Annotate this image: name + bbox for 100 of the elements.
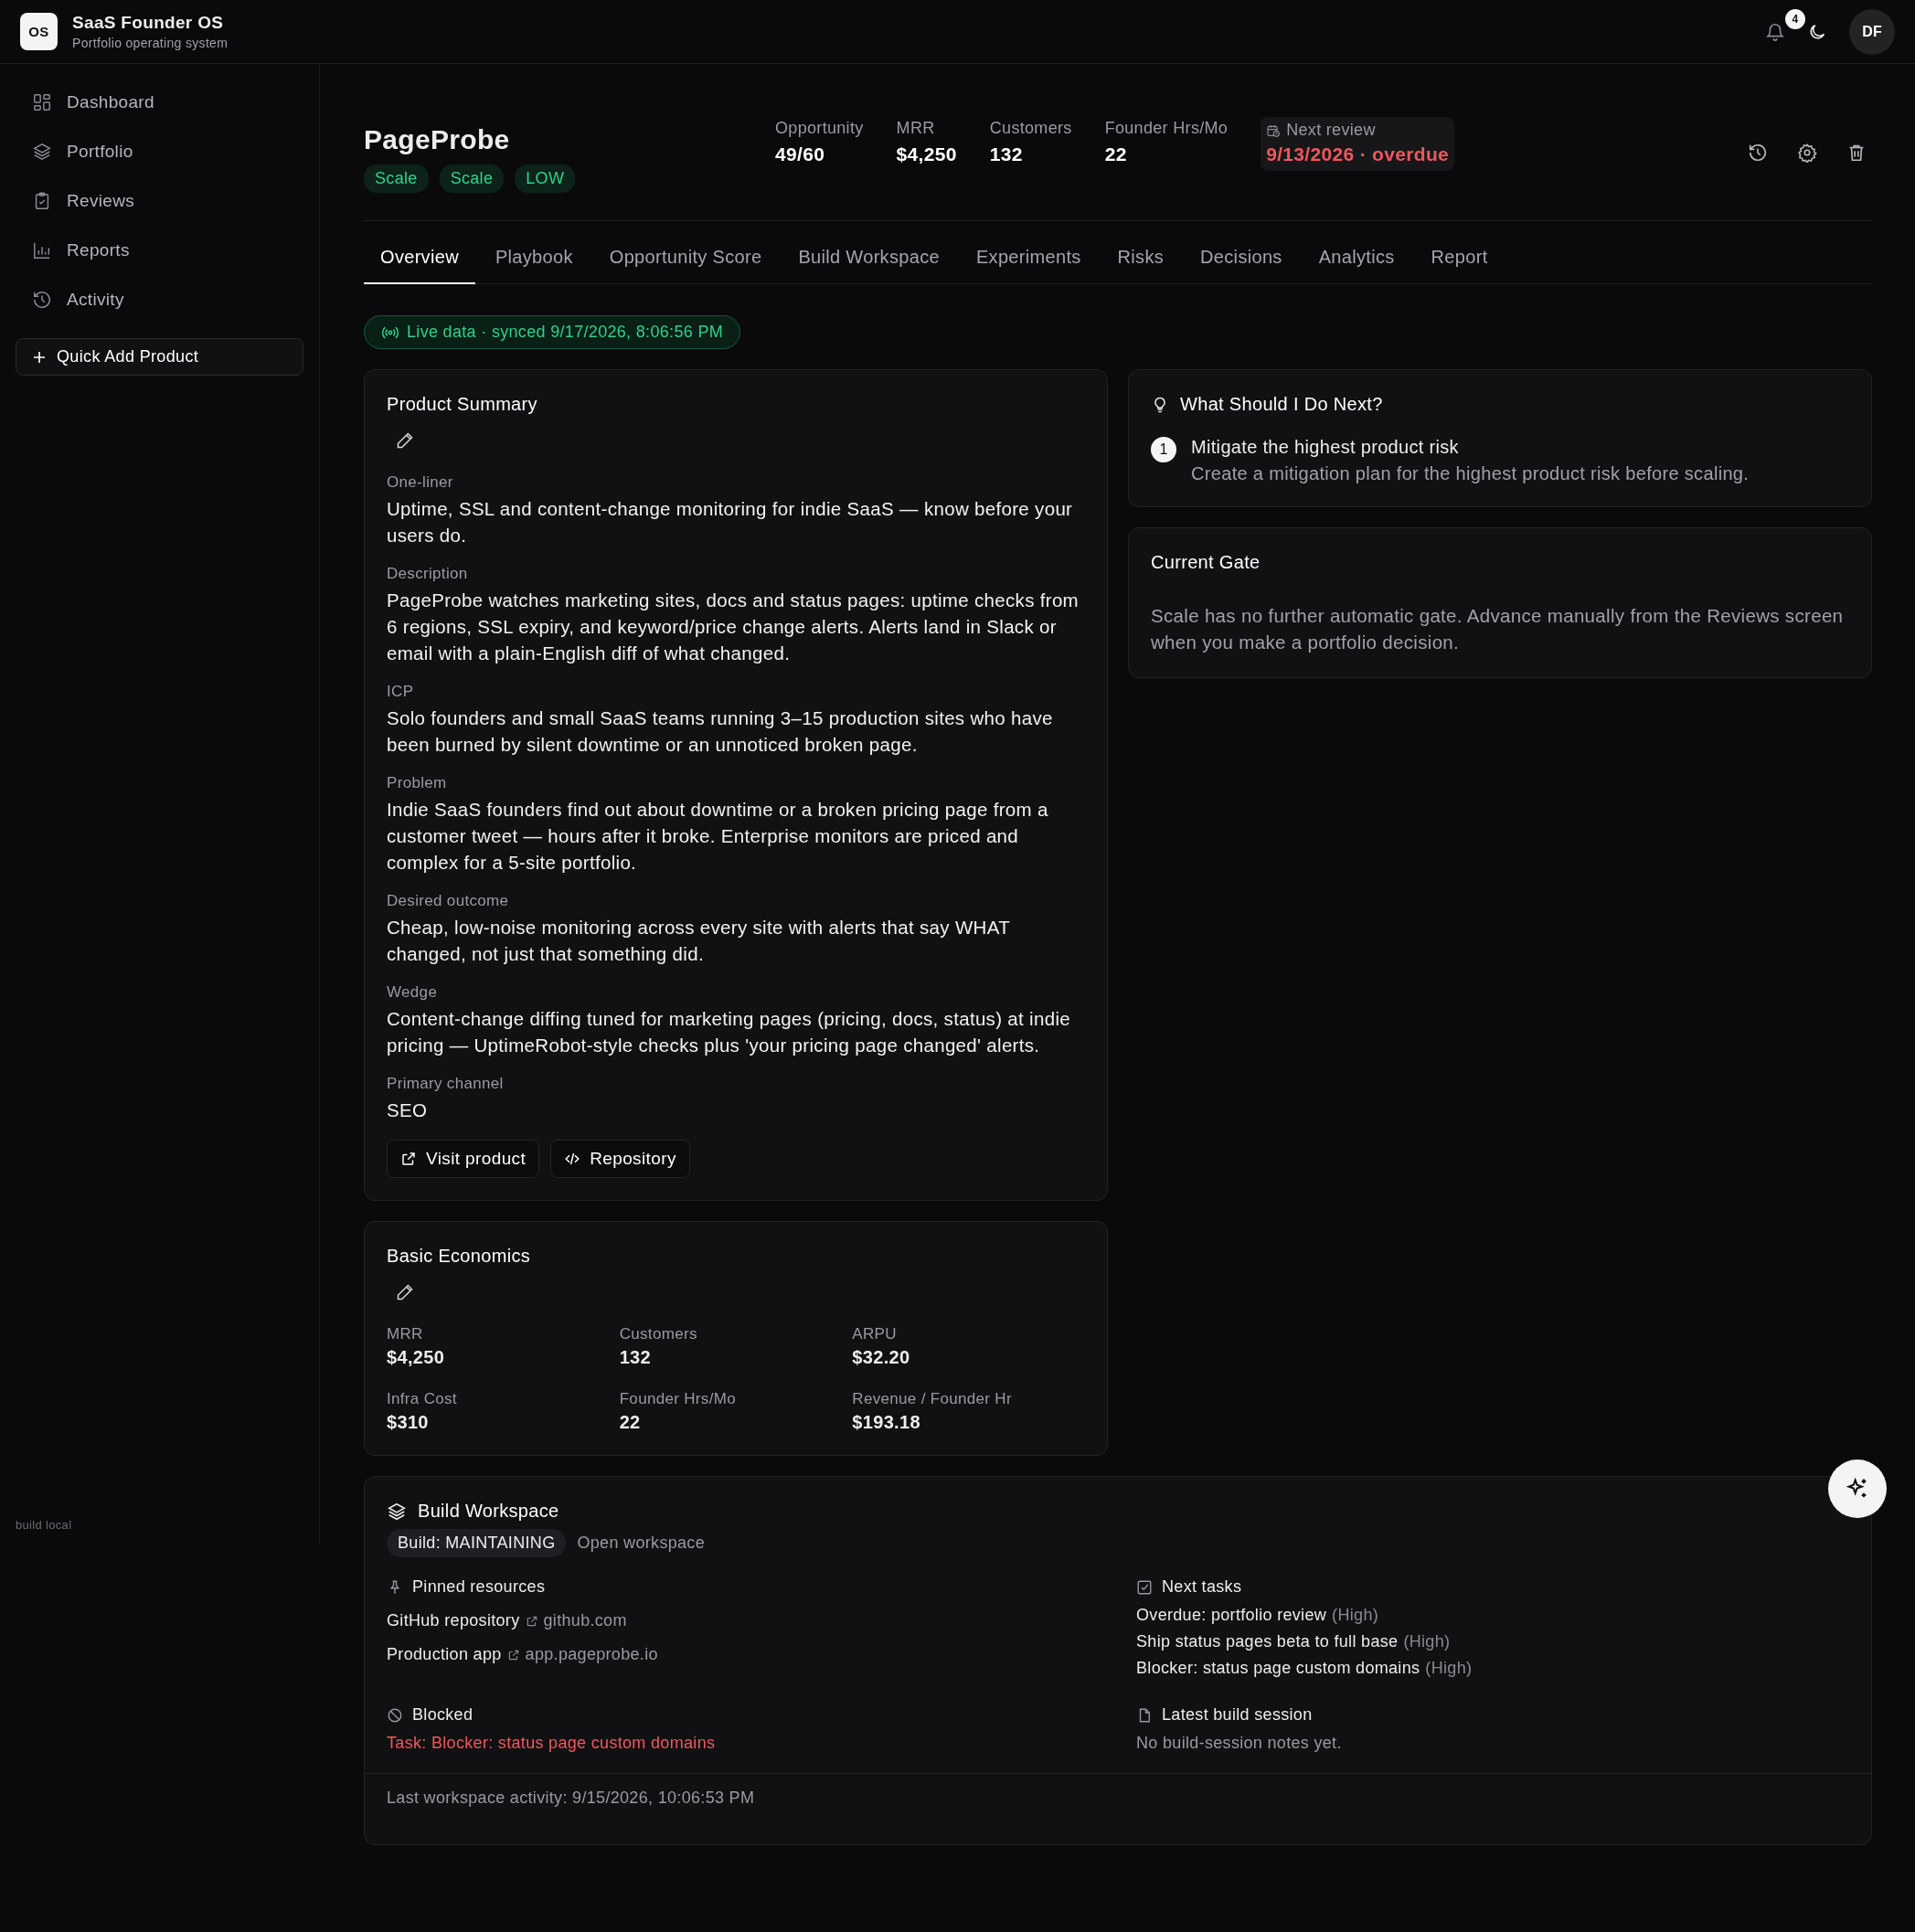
- resource-name: Production app: [387, 1645, 502, 1664]
- field-value: Uptime, SSL and content-change monitoring for indie SaaS — know before your users do.: [387, 497, 1074, 547]
- app-name: SaaS Founder OS: [72, 13, 225, 33]
- resource-link[interactable]: github.com: [543, 1611, 627, 1630]
- task-priority: (High): [1332, 1606, 1379, 1625]
- metric-label: MRR: [387, 1325, 424, 1343]
- metric-value: 132: [619, 1347, 652, 1368]
- app-logo: OS: [20, 13, 58, 50]
- metric-label: ARPU: [852, 1325, 898, 1343]
- app-subtitle: Portfolio operating system: [72, 36, 229, 50]
- status-tag: LOW: [515, 165, 576, 193]
- next-review-label: Next review: [1286, 121, 1376, 140]
- status-tag: Scale: [439, 165, 505, 193]
- card-title: Build Workspace: [418, 1501, 559, 1522]
- layers-icon: [32, 142, 52, 162]
- card-title: Current Gate: [1151, 552, 1261, 573]
- field-value: Solo founders and small SaaS teams running 3–15 production sites who have been burned by silent downtime or an unnoticed broken page.: [387, 706, 1054, 757]
- tab[interactable]: Playbook: [478, 234, 590, 284]
- next-review-date: 9/13/2026 · overdue: [1266, 143, 1450, 165]
- metric-label: Customers: [989, 119, 1072, 138]
- sidebar-item[interactable]: Reports: [16, 230, 303, 271]
- metric-value: $193.18: [852, 1412, 921, 1433]
- repository-button[interactable]: Repository: [550, 1140, 690, 1178]
- user-avatar[interactable]: DF: [1849, 8, 1895, 55]
- task-priority: (High): [1403, 1632, 1451, 1651]
- metric-label: Revenue / Founder Hr: [852, 1390, 1013, 1408]
- status-tag: Scale: [364, 165, 429, 193]
- layers-icon: [387, 1501, 407, 1522]
- quick-add-product-button[interactable]: Quick Add Product: [16, 338, 303, 376]
- field-value: Cheap, low-noise monitoring across every site with alerts that say WHAT changed, not just that something did.: [387, 916, 1011, 966]
- metric-label: Founder Hrs/Mo: [619, 1390, 737, 1408]
- sidebar-item[interactable]: Portfolio: [16, 132, 303, 172]
- task-text: Ship status pages beta to full base: [1136, 1632, 1399, 1651]
- bar-chart-icon: [32, 240, 52, 260]
- field-value: PageProbe watches marketing sites, docs and status pages: uptime checks from 6 regions, SSL expiry, and keyword/price change alerts. Alerts land in Slack or email with a plain-English diff of what changed.: [387, 589, 1080, 665]
- metric-label: Customers: [619, 1325, 698, 1343]
- metric-value: $310: [387, 1412, 430, 1433]
- task-text: Overdue: portfolio review: [1136, 1606, 1327, 1625]
- tab[interactable]: Experiments: [959, 234, 1098, 284]
- sidebar-item[interactable]: Reviews: [16, 181, 303, 221]
- field-value: SEO: [387, 1099, 429, 1122]
- step-title: Mitigate the highest product risk: [1191, 437, 1460, 458]
- gate-description: Scale has no further automatic gate. Advance manually from the Reviews screen when you make a portfolio decision.: [1151, 604, 1845, 654]
- external-link-icon: [525, 1614, 538, 1628]
- metric-label: Infra Cost: [387, 1390, 458, 1408]
- tab[interactable]: Build Workspace: [782, 234, 956, 284]
- open-workspace-link[interactable]: Open workspace: [577, 1534, 706, 1553]
- notification-count: 4: [1785, 8, 1805, 29]
- card-title: Basic Economics: [387, 1246, 532, 1267]
- section-heading: Latest build session: [1162, 1705, 1313, 1725]
- field-label: Desired outcome: [387, 892, 510, 910]
- build-label: build local: [16, 1518, 73, 1532]
- tab[interactable]: Analytics: [1302, 234, 1411, 284]
- resource-name: GitHub repository: [387, 1611, 520, 1630]
- metric-label: MRR: [896, 119, 936, 138]
- tab[interactable]: Risks: [1101, 234, 1181, 284]
- step-number: 1: [1151, 437, 1176, 462]
- field-label: One-liner: [387, 473, 454, 492]
- blocked-task: Task: Blocker: status page custom domains: [387, 1734, 716, 1752]
- bell-icon: [1765, 21, 1785, 42]
- metric-value: 132: [989, 143, 1024, 165]
- field-value: Content-change diffing tuned for marketing pages (pricing, docs, status) at indie pricing — UptimeRobot-style checks plus 'your pricing page changed' alerts.: [387, 1007, 1071, 1057]
- pencil-icon: [396, 1283, 414, 1301]
- build-status-pill: Build: MAINTAINING: [387, 1529, 567, 1557]
- section-heading: Blocked: [412, 1705, 473, 1725]
- tab[interactable]: Opportunity Score: [592, 234, 779, 284]
- external-link-icon: [400, 1151, 417, 1167]
- field-label: ICP: [387, 683, 415, 701]
- product-name: PageProbe: [364, 124, 511, 155]
- task-priority: (High): [1425, 1659, 1473, 1678]
- tab[interactable]: Report: [1414, 234, 1505, 284]
- checkbox-icon: [1136, 1578, 1153, 1596]
- pencil-icon: [396, 431, 414, 450]
- field-label: Description: [387, 565, 469, 583]
- section-heading: Next tasks: [1162, 1577, 1242, 1597]
- task-text: Blocker: status page custom domains: [1136, 1659, 1420, 1678]
- visit-product-button[interactable]: Visit product: [387, 1140, 540, 1178]
- metric-value: $4,250: [896, 143, 957, 165]
- field-label: Primary channel: [387, 1075, 505, 1093]
- metric-value: $32.20: [852, 1347, 911, 1368]
- sidebar-item[interactable]: Activity: [16, 280, 303, 320]
- resource-link[interactable]: app.pageprobe.io: [525, 1645, 658, 1664]
- tab[interactable]: Decisions: [1184, 234, 1299, 284]
- live-data-text: Live data · synced 9/17/2026, 8:06:56 PM: [407, 323, 724, 342]
- grid-icon: [32, 92, 52, 112]
- settings-icon: [1797, 143, 1817, 163]
- history-icon: [32, 290, 52, 310]
- field-label: Wedge: [387, 983, 439, 1002]
- sidebar-item[interactable]: Dashboard: [16, 82, 303, 122]
- card-title: Product Summary: [387, 394, 538, 415]
- field-value: Indie SaaS founders find out about downtime or a broken pricing page from a customer tweet — hours after it broke. Enterprise monitors are priced and complex for a 5-site portfolio.: [387, 798, 1049, 875]
- section-heading: Pinned resources: [412, 1577, 546, 1597]
- metric-value: $4,250: [387, 1347, 446, 1368]
- history-icon: [1748, 143, 1768, 163]
- last-activity: Last workspace activity: 9/15/2026, 10:06:53 PM: [387, 1789, 755, 1807]
- notifications-button[interactable]: [1765, 21, 1785, 42]
- card-title: What Should I Do Next?: [1180, 394, 1383, 415]
- tab[interactable]: Overview: [364, 234, 475, 284]
- code-icon: [564, 1151, 581, 1167]
- metric-label: Founder Hrs/Mo: [1104, 119, 1229, 138]
